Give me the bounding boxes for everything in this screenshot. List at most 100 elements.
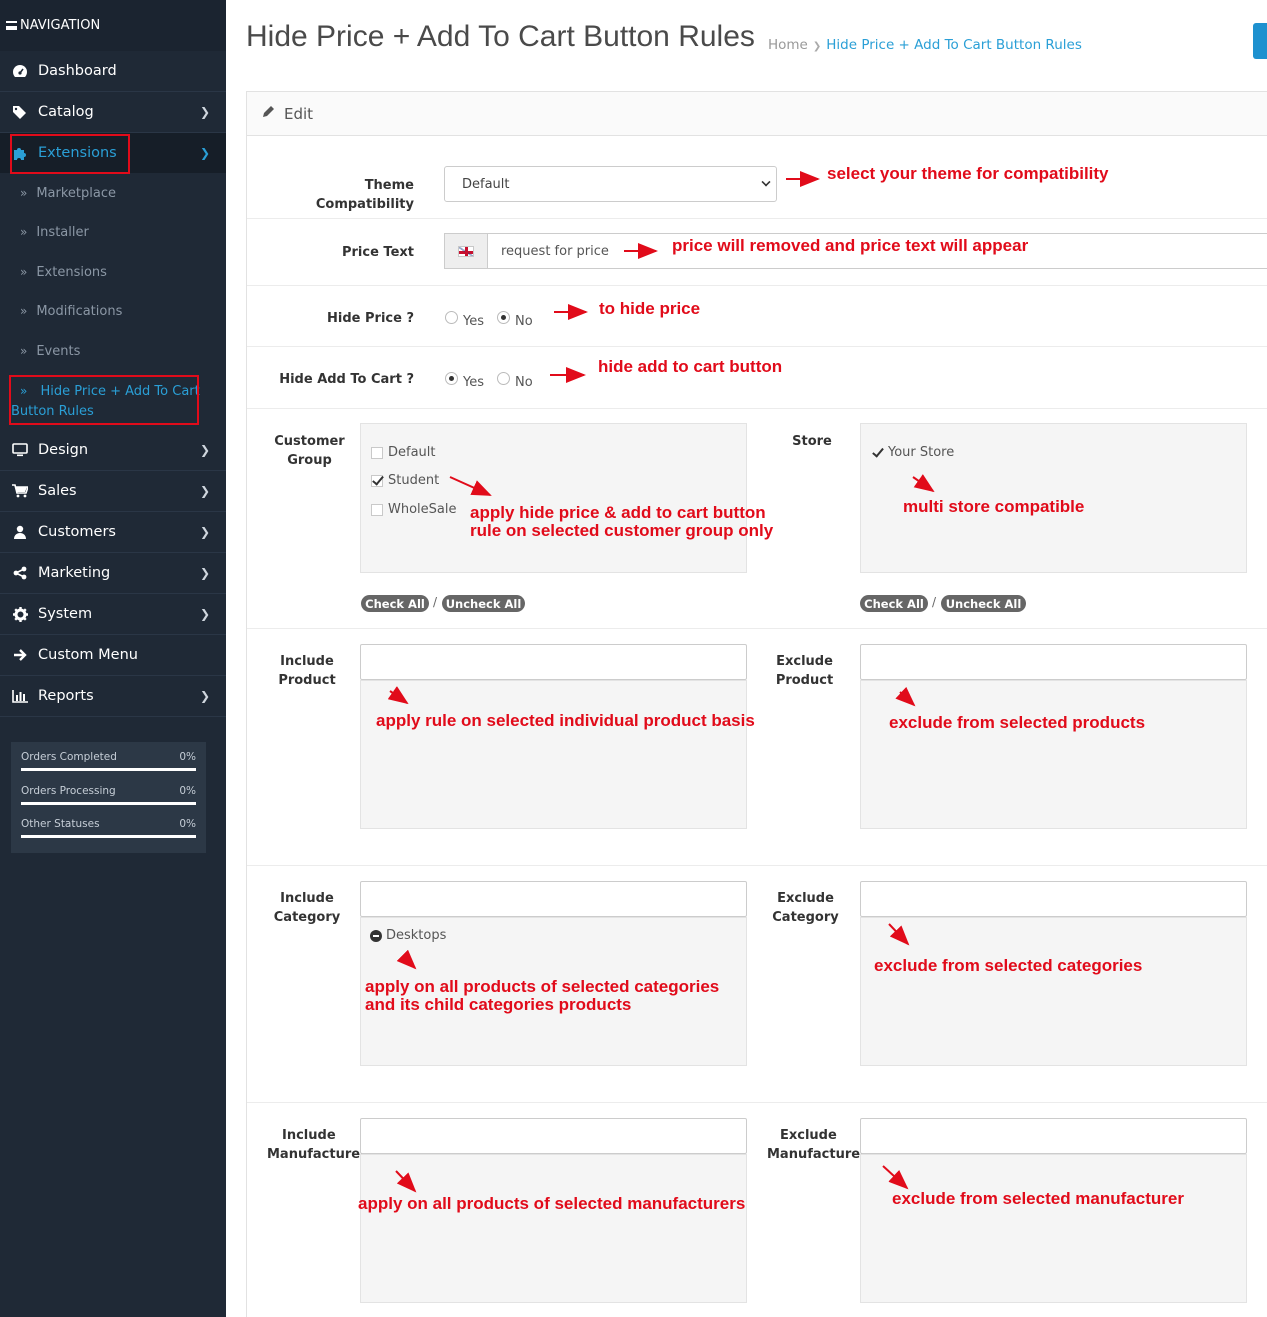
uncheck-all-button[interactable]: Uncheck All	[941, 595, 1026, 612]
sidebar-subitem-label: Marketplace	[36, 185, 117, 201]
sidebar-item-label: Marketing	[38, 565, 111, 581]
order-stats: Orders Completed 0% Orders Processing 0% O…	[11, 742, 206, 853]
annotation-hide-price: to hide price	[599, 299, 701, 318]
radio-icon	[445, 311, 458, 324]
divider	[247, 628, 1267, 629]
sidebar-item-catalog[interactable]: Catalog ❯	[0, 92, 226, 133]
hide-price-label: Hide Price ?	[327, 311, 414, 326]
hide-cart-no-radio[interactable]: No	[497, 372, 533, 390]
exclude-product-list	[860, 680, 1247, 829]
save-button[interactable]	[1253, 23, 1267, 59]
sidebar-item-label: Dashboard	[38, 63, 117, 79]
customer-group-label: Customer Group	[267, 432, 352, 470]
chevron-right-icon: ❯	[199, 443, 210, 457]
sidebar-item-reports[interactable]: Reports ❯	[0, 676, 226, 717]
annotation-include-manufacturer: apply on all products of selected manufa…	[358, 1194, 746, 1213]
double-chevron-icon: »	[20, 186, 28, 200]
exclude-product-input[interactable]	[860, 644, 1247, 680]
radio-label: Yes	[463, 314, 484, 329]
breadcrumb: Home ❯ Hide Price + Add To Cart Button Rul…	[768, 37, 1082, 53]
check-all-button[interactable]: Check All	[361, 595, 429, 612]
hide-cart-label: Hide Add To Cart ?	[279, 372, 414, 387]
label-line1: Exclude	[777, 891, 834, 906]
checkbox-icon	[371, 474, 383, 487]
include-manufacturer-label: Include Manufacturer	[267, 1126, 372, 1164]
hide-price-no-radio[interactable]: No	[497, 311, 533, 329]
divider	[247, 346, 1267, 347]
annotation-include-category-line1: apply on all products of selected catego…	[365, 977, 720, 996]
tags-icon	[11, 104, 29, 120]
hide-price-yes-radio[interactable]: Yes	[445, 311, 484, 329]
label-line1: Exclude	[776, 654, 833, 669]
sidebar-subitem-marketplace[interactable]: » Marketplace	[0, 173, 226, 213]
radio-icon	[497, 311, 510, 324]
label-line1: Exclude	[780, 1128, 837, 1143]
include-product-list	[360, 680, 747, 829]
annotation-exclude-category: exclude from selected categories	[874, 956, 1143, 975]
checkbox-icon	[371, 446, 383, 459]
sidebar-item-customers[interactable]: Customers ❯	[0, 512, 226, 553]
sidebar-subitem-extensions[interactable]: » Extensions	[0, 252, 226, 292]
uncheck-all-button[interactable]: Uncheck All	[442, 595, 525, 612]
customer-group-student-checkbox[interactable]: Student	[371, 473, 439, 488]
include-category-input[interactable]	[360, 881, 747, 917]
separator-slash: /	[433, 595, 438, 609]
bar-chart-icon	[11, 688, 29, 704]
sidebar-subitem-installer[interactable]: » Installer	[0, 212, 226, 252]
customer-group-label-line1: Customer	[274, 434, 345, 449]
sidebar-subitem-events[interactable]: » Events	[0, 331, 226, 371]
remove-icon[interactable]	[370, 929, 382, 942]
sidebar-item-dashboard[interactable]: Dashboard	[0, 51, 226, 92]
divider	[247, 865, 1267, 866]
navigation-header[interactable]: NAVIGATION	[0, 0, 226, 51]
customer-group-label-line2: Group	[287, 453, 332, 468]
include-manufacturer-input[interactable]	[360, 1118, 747, 1154]
chevron-right-icon: ❯	[199, 689, 210, 703]
stat-row: Orders Processing 0%	[21, 785, 196, 819]
panel-heading: Edit	[247, 92, 1267, 136]
highlight-box	[10, 134, 130, 174]
chevron-right-icon: ❯	[199, 566, 210, 580]
arrow-right-icon	[11, 647, 29, 663]
radio-icon	[497, 372, 510, 385]
sidebar-item-label: Reports	[38, 688, 94, 704]
stat-value: 0%	[179, 784, 196, 797]
highlight-box	[9, 375, 199, 425]
sidebar-item-custom-menu[interactable]: Custom Menu	[0, 635, 226, 676]
radio-icon	[445, 372, 458, 385]
customer-group-wholesale-checkbox[interactable]: WholeSale	[371, 502, 457, 517]
exclude-manufacturer-input[interactable]	[860, 1118, 1247, 1154]
include-product-input[interactable]	[360, 644, 747, 680]
customer-group-default-checkbox[interactable]: Default	[371, 445, 436, 460]
sidebar-item-system[interactable]: System ❯	[0, 594, 226, 635]
exclude-category-label: Exclude Category	[767, 889, 844, 927]
check-all-button[interactable]: Check All	[860, 595, 928, 612]
hide-cart-yes-radio[interactable]: Yes	[445, 372, 484, 390]
annotation-include-category-line2: and its child categories products	[365, 995, 632, 1014]
sidebar-item-sales[interactable]: Sales ❯	[0, 471, 226, 512]
breadcrumb-home[interactable]: Home	[768, 37, 808, 53]
store-label: Store	[792, 434, 832, 449]
annotation-exclude-product: exclude from selected products	[889, 713, 1146, 732]
checkbox-icon	[371, 503, 383, 516]
annotation-store: multi store compatible	[903, 497, 1085, 516]
breadcrumb-current[interactable]: Hide Price + Add To Cart Button Rules	[826, 37, 1082, 53]
chevron-down-icon	[761, 177, 771, 187]
radio-label: No	[515, 314, 533, 329]
monitor-icon	[11, 442, 29, 458]
theme-select[interactable]: Default	[444, 166, 777, 202]
gear-icon	[11, 606, 29, 622]
sidebar-item-design[interactable]: Design ❯	[0, 430, 226, 471]
store-your-store-checkbox[interactable]: Your Store	[871, 445, 954, 460]
category-item: Desktops	[370, 928, 446, 943]
main-content: Hide Price + Add To Cart Button Rules Ho…	[226, 0, 1267, 1317]
sidebar-subitem-modifications[interactable]: » Modifications	[0, 291, 226, 331]
edit-panel: Edit Theme Compatibility Default Price T…	[246, 91, 1267, 1317]
cart-icon	[11, 483, 29, 499]
exclude-category-input[interactable]	[860, 881, 1247, 917]
theme-select-value: Default	[462, 176, 510, 192]
sidebar-item-marketing[interactable]: Marketing ❯	[0, 553, 226, 594]
theme-label: Theme Compatibility	[315, 178, 414, 212]
checkbox-label: Your Store	[888, 445, 955, 460]
progress-bar	[21, 835, 196, 838]
